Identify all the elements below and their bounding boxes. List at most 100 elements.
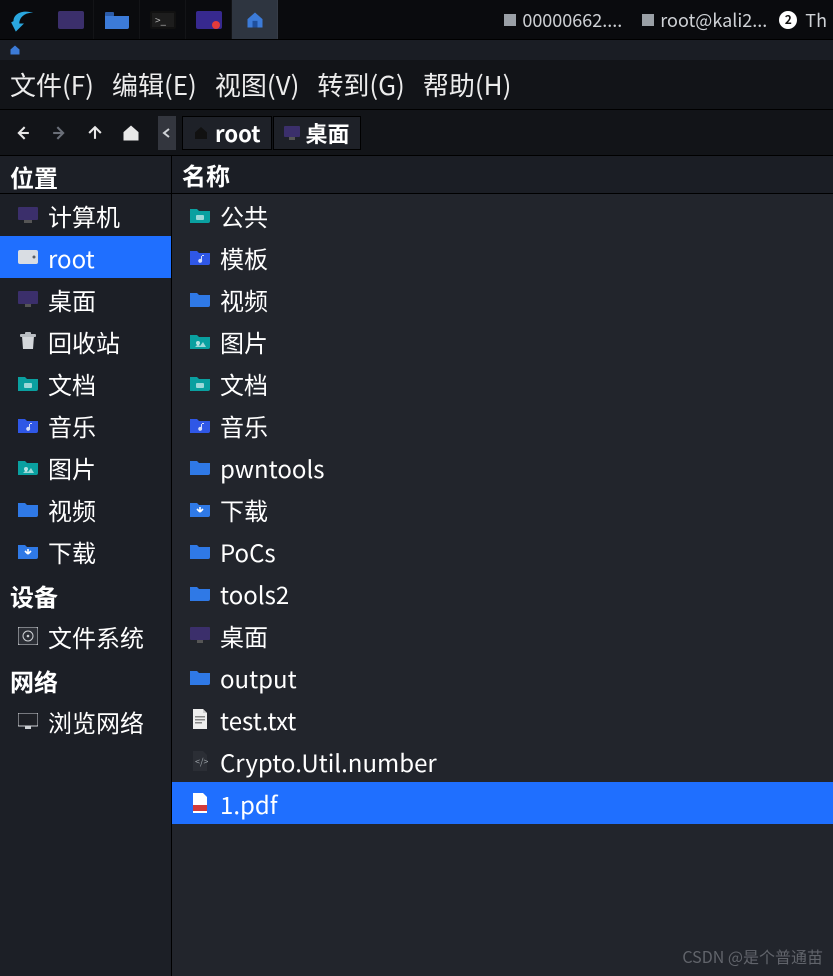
file-item-6[interactable]: pwntools: [172, 446, 833, 488]
watermark: CSDN @是个普通苗: [682, 944, 823, 968]
file-item-label: 公共: [220, 198, 268, 233]
svg-text:>_: >_: [155, 12, 167, 27]
sidebar-place-6[interactable]: 图片: [0, 446, 171, 488]
file-item-label: 桌面: [220, 618, 268, 653]
svg-text:</>: </>: [195, 755, 208, 768]
file-item-1[interactable]: 模板: [172, 236, 833, 278]
desktop-icon: [18, 289, 38, 309]
file-item-12[interactable]: test.txt: [172, 698, 833, 740]
file-item-label: 模板: [220, 240, 268, 275]
menu-edit[interactable]: 编辑(E): [112, 66, 197, 103]
file-item-11[interactable]: output: [172, 656, 833, 698]
taskbar-home-icon[interactable]: [232, 0, 278, 39]
taskbar-app-2[interactable]: [186, 0, 232, 39]
file-item-10[interactable]: 桌面: [172, 614, 833, 656]
sidebar-place-label: 桌面: [48, 282, 96, 317]
file-item-8[interactable]: PoCs: [172, 530, 833, 572]
file-item-5[interactable]: 音乐: [172, 404, 833, 446]
sidebar-place-5[interactable]: 音乐: [0, 404, 171, 446]
sidebar-device-0[interactable]: 文件系统: [0, 615, 171, 657]
file-item-2[interactable]: 视频: [172, 278, 833, 320]
file-item-label: 文档: [220, 366, 268, 401]
sidebar-network-0[interactable]: 浏览网络: [0, 700, 171, 742]
file-item-0[interactable]: 公共: [172, 194, 833, 236]
sidebar-place-0[interactable]: 计算机: [0, 194, 171, 236]
file-item-label: 图片: [220, 324, 268, 359]
sidebar-place-3[interactable]: 回收站: [0, 320, 171, 362]
home-icon: [121, 123, 141, 143]
menu-file[interactable]: 文件(F): [10, 66, 94, 103]
window-icon: [642, 14, 654, 26]
pdf-file-icon: [190, 793, 210, 813]
taskbar-window-1[interactable]: 00000662....: [496, 0, 630, 39]
sidebar-devices-title: 设备: [0, 572, 171, 615]
file-item-label: Crypto.Util.number: [220, 744, 437, 779]
taskbar-files-icon[interactable]: [94, 0, 140, 39]
path-segment-root[interactable]: root: [182, 116, 272, 150]
sidebar-network-title: 网络: [0, 657, 171, 700]
file-item-label: tools2: [220, 576, 289, 611]
sidebar-place-label: 图片: [48, 450, 96, 485]
taskbar-window-3[interactable]: Th: [801, 0, 827, 39]
folder-pic-icon: [18, 457, 38, 477]
path-segment-desktop[interactable]: 桌面: [273, 116, 361, 150]
folder-icon: [190, 541, 210, 561]
arrow-right-icon: [49, 123, 69, 143]
file-item-label: 音乐: [220, 408, 268, 443]
file-item-14[interactable]: 1.pdf: [172, 782, 833, 824]
folder-down-icon: [18, 541, 38, 561]
home-icon: [193, 125, 209, 141]
folder-music-icon: [190, 247, 210, 267]
sidebar-place-7[interactable]: 视频: [0, 488, 171, 530]
file-item-9[interactable]: tools2: [172, 572, 833, 614]
sidebar-place-2[interactable]: 桌面: [0, 278, 171, 320]
path-history-button[interactable]: [158, 116, 176, 150]
taskbar: >_ 00000662.... root@kali2... 2 Th: [0, 0, 833, 40]
taskbar-window-2[interactable]: root@kali2...: [634, 0, 775, 39]
sidebar-place-label: 下载: [48, 534, 96, 569]
start-menu-button[interactable]: [0, 0, 48, 39]
nav-toolbar: root 桌面: [0, 110, 833, 156]
chevron-left-icon: [162, 128, 172, 138]
sidebar-place-label: root: [48, 240, 95, 275]
menu-help[interactable]: 帮助(H): [423, 66, 512, 103]
nav-home-button[interactable]: [114, 116, 148, 150]
file-item-4[interactable]: 文档: [172, 362, 833, 404]
sidebar-place-label: 视频: [48, 492, 96, 527]
desktop-icon: [190, 625, 210, 645]
file-item-13[interactable]: </> Crypto.Util.number: [172, 740, 833, 782]
menu-view[interactable]: 视图(V): [215, 66, 300, 103]
workspace-badge[interactable]: 2: [779, 11, 797, 29]
file-column-header-name[interactable]: 名称: [172, 156, 833, 194]
window-titlebar[interactable]: [0, 40, 833, 60]
folder-music-icon: [190, 415, 210, 435]
arrow-left-icon: [13, 123, 33, 143]
window-app-icon: [8, 44, 22, 56]
trash-icon: [18, 331, 38, 351]
nav-up-button[interactable]: [78, 116, 112, 150]
file-item-7[interactable]: 下载: [172, 488, 833, 530]
nav-back-button[interactable]: [6, 116, 40, 150]
folder-music-icon: [18, 415, 38, 435]
taskbar-window-3-label: Th: [805, 7, 827, 33]
computer-icon: [18, 205, 38, 225]
desktop-icon: [284, 126, 300, 140]
folder-pic-icon: [190, 331, 210, 351]
sidebar-places-title: 位置: [0, 156, 171, 194]
file-item-label: PoCs: [220, 534, 276, 569]
sidebar-place-1[interactable]: root: [0, 236, 171, 278]
sidebar-place-label: 计算机: [48, 198, 120, 233]
folder-icon: [190, 583, 210, 603]
file-item-3[interactable]: 图片: [172, 320, 833, 362]
sidebar-place-4[interactable]: 文档: [0, 362, 171, 404]
drive-icon: [18, 247, 38, 267]
menu-goto[interactable]: 转到(G): [317, 66, 405, 103]
nav-forward-button[interactable]: [42, 116, 76, 150]
file-item-label: 视频: [220, 282, 268, 317]
taskbar-app-1[interactable]: [48, 0, 94, 39]
file-pane: 名称 公共模板视频图片文档音乐pwntools 下载 PoCs tools2 桌面out…: [172, 156, 833, 976]
taskbar-terminal-icon[interactable]: >_: [140, 0, 186, 39]
text-file-icon: [190, 709, 210, 729]
file-item-label: 下载: [220, 492, 268, 527]
sidebar-place-8[interactable]: 下载: [0, 530, 171, 572]
